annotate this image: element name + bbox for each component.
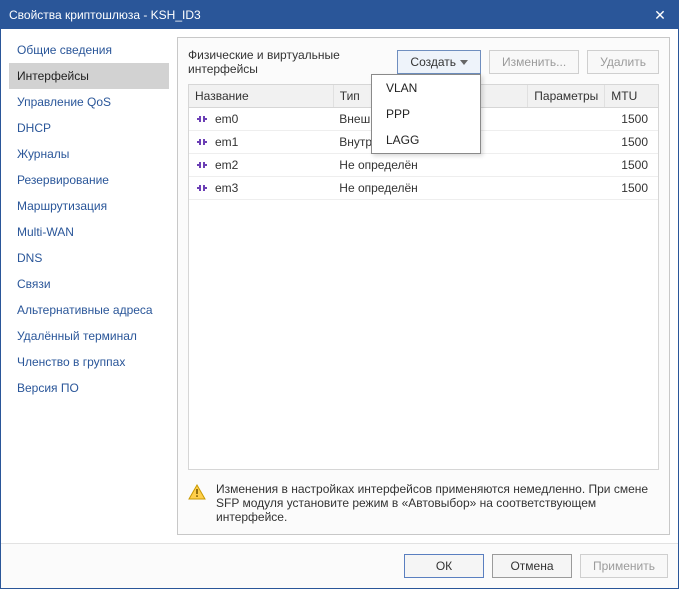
- iface-addr: [432, 177, 528, 200]
- dialog-body: Общие сведения Интерфейсы Управление QoS…: [1, 29, 678, 543]
- window-title: Свойства криптошлюза - KSH_ID3: [9, 8, 650, 22]
- sidebar-item-alt-addresses[interactable]: Альтернативные адреса: [9, 297, 169, 323]
- iface-cell: em3: [195, 181, 327, 195]
- create-button-label: Создать: [410, 55, 456, 69]
- sidebar-item-version[interactable]: Версия ПО: [9, 375, 169, 401]
- iface-type: Не определён: [333, 177, 432, 200]
- sidebar-item-groups[interactable]: Членство в группах: [9, 349, 169, 375]
- iface-type: Не определён: [333, 154, 432, 177]
- iface-cell: em2: [195, 158, 327, 172]
- sidebar-item-interfaces[interactable]: Интерфейсы: [9, 63, 169, 89]
- col-header-name[interactable]: Название: [189, 85, 333, 108]
- sidebar-item-general[interactable]: Общие сведения: [9, 37, 169, 63]
- menu-item-ppp[interactable]: PPP: [372, 101, 480, 127]
- notice-text: Изменения в настройках интерфейсов приме…: [216, 482, 659, 524]
- sidebar-item-remote-terminal[interactable]: Удалённый терминал: [9, 323, 169, 349]
- notice: Изменения в настройках интерфейсов приме…: [188, 478, 659, 524]
- sidebar-item-dhcp[interactable]: DHCP: [9, 115, 169, 141]
- iface-name: em3: [215, 181, 238, 195]
- warning-icon: [188, 484, 206, 500]
- create-dropdown: VLAN PPP LAGG: [371, 74, 481, 154]
- iface-name: em1: [215, 135, 238, 149]
- menu-item-lagg[interactable]: LAGG: [372, 127, 480, 153]
- table-row[interactable]: em3 Не определён 1500: [189, 177, 658, 200]
- network-interface-icon: [195, 183, 209, 193]
- iface-mtu: 1500: [605, 131, 658, 154]
- iface-params: [528, 108, 605, 131]
- table-row[interactable]: em2 Не определён 1500: [189, 154, 658, 177]
- ok-button[interactable]: ОК: [404, 554, 484, 578]
- sidebar-item-qos[interactable]: Управление QoS: [9, 89, 169, 115]
- iface-params: [528, 131, 605, 154]
- network-interface-icon: [195, 160, 209, 170]
- iface-mtu: 1500: [605, 154, 658, 177]
- iface-addr: [432, 154, 528, 177]
- dialog-window: Свойства криптошлюза - KSH_ID3 ✕ Общие с…: [0, 0, 679, 589]
- close-button[interactable]: ✕: [650, 5, 670, 25]
- iface-name: em0: [215, 112, 238, 126]
- iface-name: em2: [215, 158, 238, 172]
- chevron-down-icon: [460, 60, 468, 65]
- iface-mtu: 1500: [605, 108, 658, 131]
- iface-mtu: 1500: [605, 177, 658, 200]
- sidebar-item-logs[interactable]: Журналы: [9, 141, 169, 167]
- delete-button: Удалить: [587, 50, 659, 74]
- titlebar: Свойства криптошлюза - KSH_ID3 ✕: [1, 1, 678, 29]
- network-interface-icon: [195, 137, 209, 147]
- edit-button-label: Изменить...: [502, 55, 566, 69]
- delete-button-label: Удалить: [600, 55, 646, 69]
- sidebar-item-routing[interactable]: Маршрутизация: [9, 193, 169, 219]
- menu-item-vlan[interactable]: VLAN: [372, 75, 480, 101]
- sidebar-item-links[interactable]: Связи: [9, 271, 169, 297]
- close-icon: ✕: [654, 8, 666, 22]
- iface-params: [528, 154, 605, 177]
- iface-cell: em1: [195, 135, 327, 149]
- sidebar-item-multiwan[interactable]: Multi-WAN: [9, 219, 169, 245]
- edit-button: Изменить...: [489, 50, 579, 74]
- section-label: Физические и виртуальные интерфейсы: [188, 48, 389, 76]
- content-panel: Физические и виртуальные интерфейсы Созд…: [177, 37, 670, 535]
- sidebar: Общие сведения Интерфейсы Управление QoS…: [9, 37, 169, 535]
- iface-params: [528, 177, 605, 200]
- iface-cell: em0: [195, 112, 327, 126]
- apply-button: Применить: [580, 554, 668, 578]
- sidebar-item-dns[interactable]: DNS: [9, 245, 169, 271]
- cancel-button[interactable]: Отмена: [492, 554, 572, 578]
- network-interface-icon: [195, 114, 209, 124]
- dialog-footer: ОК Отмена Применить: [1, 543, 678, 588]
- sidebar-item-backup[interactable]: Резервирование: [9, 167, 169, 193]
- col-header-params[interactable]: Параметры: [528, 85, 605, 108]
- create-button[interactable]: Создать: [397, 50, 481, 74]
- col-header-mtu[interactable]: MTU: [605, 85, 658, 108]
- toolbar: Физические и виртуальные интерфейсы Созд…: [188, 48, 659, 76]
